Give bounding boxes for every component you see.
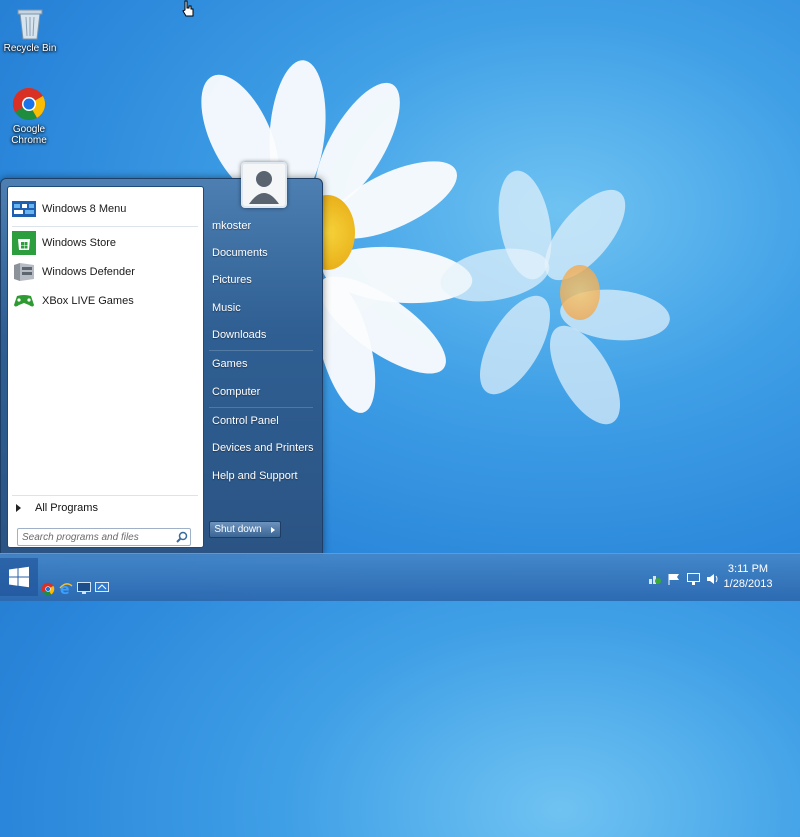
- right-item-games[interactable]: Games: [204, 353, 316, 375]
- right-item-label: Pictures: [212, 274, 252, 286]
- all-programs-label: All Programs: [35, 502, 98, 514]
- right-item-downloads[interactable]: Downloads: [204, 324, 316, 346]
- right-item-documents[interactable]: Documents: [204, 242, 316, 264]
- network-icon[interactable]: [648, 573, 661, 585]
- defender-icon: [11, 259, 37, 285]
- desktop-icon-label: Recycle Bin: [3, 43, 57, 54]
- start-button[interactable]: [0, 558, 38, 596]
- right-item-computer[interactable]: Computer: [204, 381, 316, 403]
- clock-date: 1/28/2013: [723, 578, 773, 590]
- chrome-icon: [12, 87, 46, 121]
- divider: [12, 226, 198, 227]
- right-item-label: Help and Support: [212, 470, 298, 482]
- user-avatar-icon: [243, 164, 285, 206]
- clock[interactable]: 3:11 PM 1/28/2013: [718, 562, 778, 592]
- right-item-label: Documents: [212, 247, 268, 259]
- all-programs-button[interactable]: All Programs: [10, 498, 201, 518]
- windows8-menu-icon: [11, 196, 37, 222]
- windows-logo-icon: [9, 566, 29, 588]
- ie-icon[interactable]: e: [59, 582, 74, 598]
- right-item-label: Computer: [212, 386, 261, 398]
- right-item-devices-and-printers[interactable]: Devices and Printers: [204, 437, 316, 459]
- desktop-icon-label: Google Chrome: [11, 124, 47, 146]
- right-item-control-panel[interactable]: Control Panel: [204, 410, 316, 432]
- start-menu: Windows 8 Menu Windows Store Windows Def…: [0, 162, 323, 555]
- pinned-item-xbox-live-games[interactable]: XBox LIVE Games: [10, 287, 201, 315]
- divider: [12, 495, 198, 496]
- search-icon[interactable]: [176, 531, 188, 543]
- right-item-label: mkoster: [212, 220, 252, 232]
- clock-time: 3:11 PM: [727, 563, 769, 575]
- pinned-item-windows8-menu[interactable]: Windows 8 Menu: [10, 195, 201, 223]
- monitor-icon[interactable]: [77, 582, 92, 597]
- chrome-icon[interactable]: [41, 582, 56, 597]
- remote-desktop-icon[interactable]: [95, 582, 110, 597]
- hand-cursor-icon: [181, 0, 195, 21]
- right-item-label: Games: [212, 358, 248, 370]
- right-item-help-and-support[interactable]: Help and Support: [204, 465, 316, 487]
- divider: [209, 407, 313, 408]
- right-item-label: Devices and Printers: [212, 442, 314, 454]
- recycle-bin-icon: [17, 9, 43, 40]
- xbox-icon: [11, 288, 37, 314]
- programs-pane: Windows 8 Menu Windows Store Windows Def…: [7, 186, 204, 548]
- right-item-pictures[interactable]: Pictures: [204, 269, 316, 291]
- right-item-label: Music: [212, 302, 241, 314]
- display-icon[interactable]: [687, 573, 700, 585]
- user-picture[interactable]: [241, 162, 287, 208]
- right-item-label: Downloads: [212, 329, 267, 341]
- pinned-item-label: Windows Store: [42, 237, 116, 249]
- desktop-icon-recycle-bin[interactable]: Recycle Bin: [0, 5, 65, 54]
- search-input[interactable]: [18, 531, 176, 543]
- right-item-user[interactable]: mkoster: [204, 215, 316, 237]
- shut-down-label: Shut down: [214, 524, 262, 535]
- store-icon: [11, 230, 37, 256]
- shut-down-button[interactable]: Shut down: [209, 521, 267, 538]
- right-item-music[interactable]: Music: [204, 297, 316, 319]
- pinned-item-label: Windows Defender: [42, 266, 135, 278]
- flag-icon[interactable]: [668, 573, 681, 585]
- pinned-item-windows-defender[interactable]: Windows Defender: [10, 258, 201, 286]
- arrow-right-icon: [271, 526, 275, 533]
- taskbar: e 3:11 PM 1/28/2013: [0, 553, 800, 601]
- divider: [209, 350, 313, 351]
- arrow-right-icon: [16, 504, 21, 512]
- search-box: [17, 528, 191, 546]
- pinned-item-windows-store[interactable]: Windows Store: [10, 229, 201, 257]
- desktop-icon-google-chrome[interactable]: Google Chrome: [0, 86, 64, 146]
- shut-down-options-button[interactable]: [266, 521, 281, 538]
- pinned-item-label: Windows 8 Menu: [42, 203, 127, 215]
- pinned-item-label: XBox LIVE Games: [42, 295, 134, 307]
- right-item-label: Control Panel: [212, 415, 279, 427]
